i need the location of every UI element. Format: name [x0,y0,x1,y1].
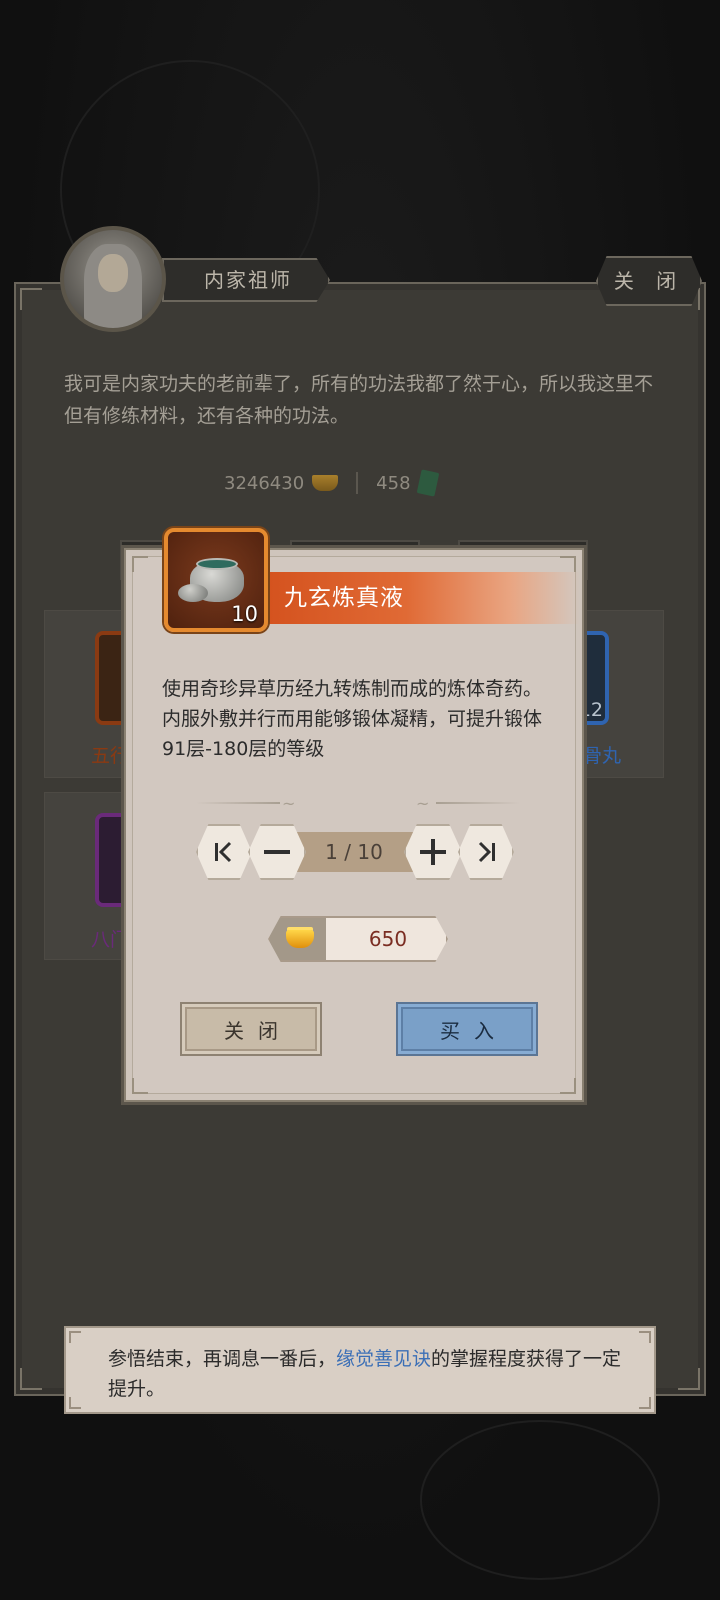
divider-ornament: ~ [282,794,296,813]
price-icon-slot [270,918,326,960]
dialog-corner-ornament [132,1078,148,1094]
skip-first-icon [198,826,250,878]
toast-skill-name: 缘觉善见诀 [336,1348,432,1370]
npc-avatar [60,226,166,332]
quantity-display: 1 / 10 [325,840,383,864]
toast-corner-ornament [639,1331,651,1343]
plus-icon [406,826,460,878]
dialog-corner-ornament [560,1078,576,1094]
currency-row: 3246430 458 [224,468,439,498]
price-display: 650 [268,916,448,962]
divider-ornament [196,802,280,804]
panel-close-button[interactable]: 关 闭 [596,256,702,306]
shop-item-name: 骨丸 [583,745,622,767]
toast-corner-ornament [69,1331,81,1343]
toast-text-before: 参悟结束，再调息一番后， [108,1348,337,1370]
buy-button[interactable]: 买入 [396,1002,538,1056]
toast-notification: 参悟结束，再调息一番后，缘觉善见诀的掌握程度获得了一定提升。 [64,1326,656,1414]
gold-amount: 3246430 [224,472,305,494]
jar-lid [178,584,208,602]
minus-icon [250,826,304,878]
toast-corner-ornament [639,1397,651,1409]
currency-divider [356,472,359,494]
npc-name-plate: 内家祖师 [162,258,330,302]
divider-ornament: ~ [416,794,430,813]
gold-ingot-icon [286,930,314,948]
jade-token-icon [416,469,439,497]
dialog-corner-ornament [132,556,148,572]
avatar-face [98,254,128,292]
item-count: 10 [231,602,258,626]
dialog-corner-ornament [560,556,576,572]
divider-ornament [436,802,520,804]
dialog-close-button[interactable]: 关闭 [180,1002,322,1056]
item-icon-frame: 10 [164,528,268,632]
jade-amount: 458 [376,472,411,494]
skip-last-icon [460,826,512,878]
item-title: 九玄炼真液 [284,585,404,611]
jar-mouth [196,558,238,570]
item-description: 使用奇珍异草历经九转炼制而成的炼体奇药。内服外敷并行而用能够锻体凝精，可提升锻体… [162,678,543,760]
gold-ingot-icon [312,475,339,491]
dialog-title-bar: 九玄炼真液 [264,572,580,624]
price-value: 650 [368,927,408,951]
toast-corner-ornament [69,1397,81,1409]
npc-speech: 我可是内家功夫的老前辈了，所有的功法我都了然于心，所以我这里不但有修练材料，还有… [64,373,654,427]
